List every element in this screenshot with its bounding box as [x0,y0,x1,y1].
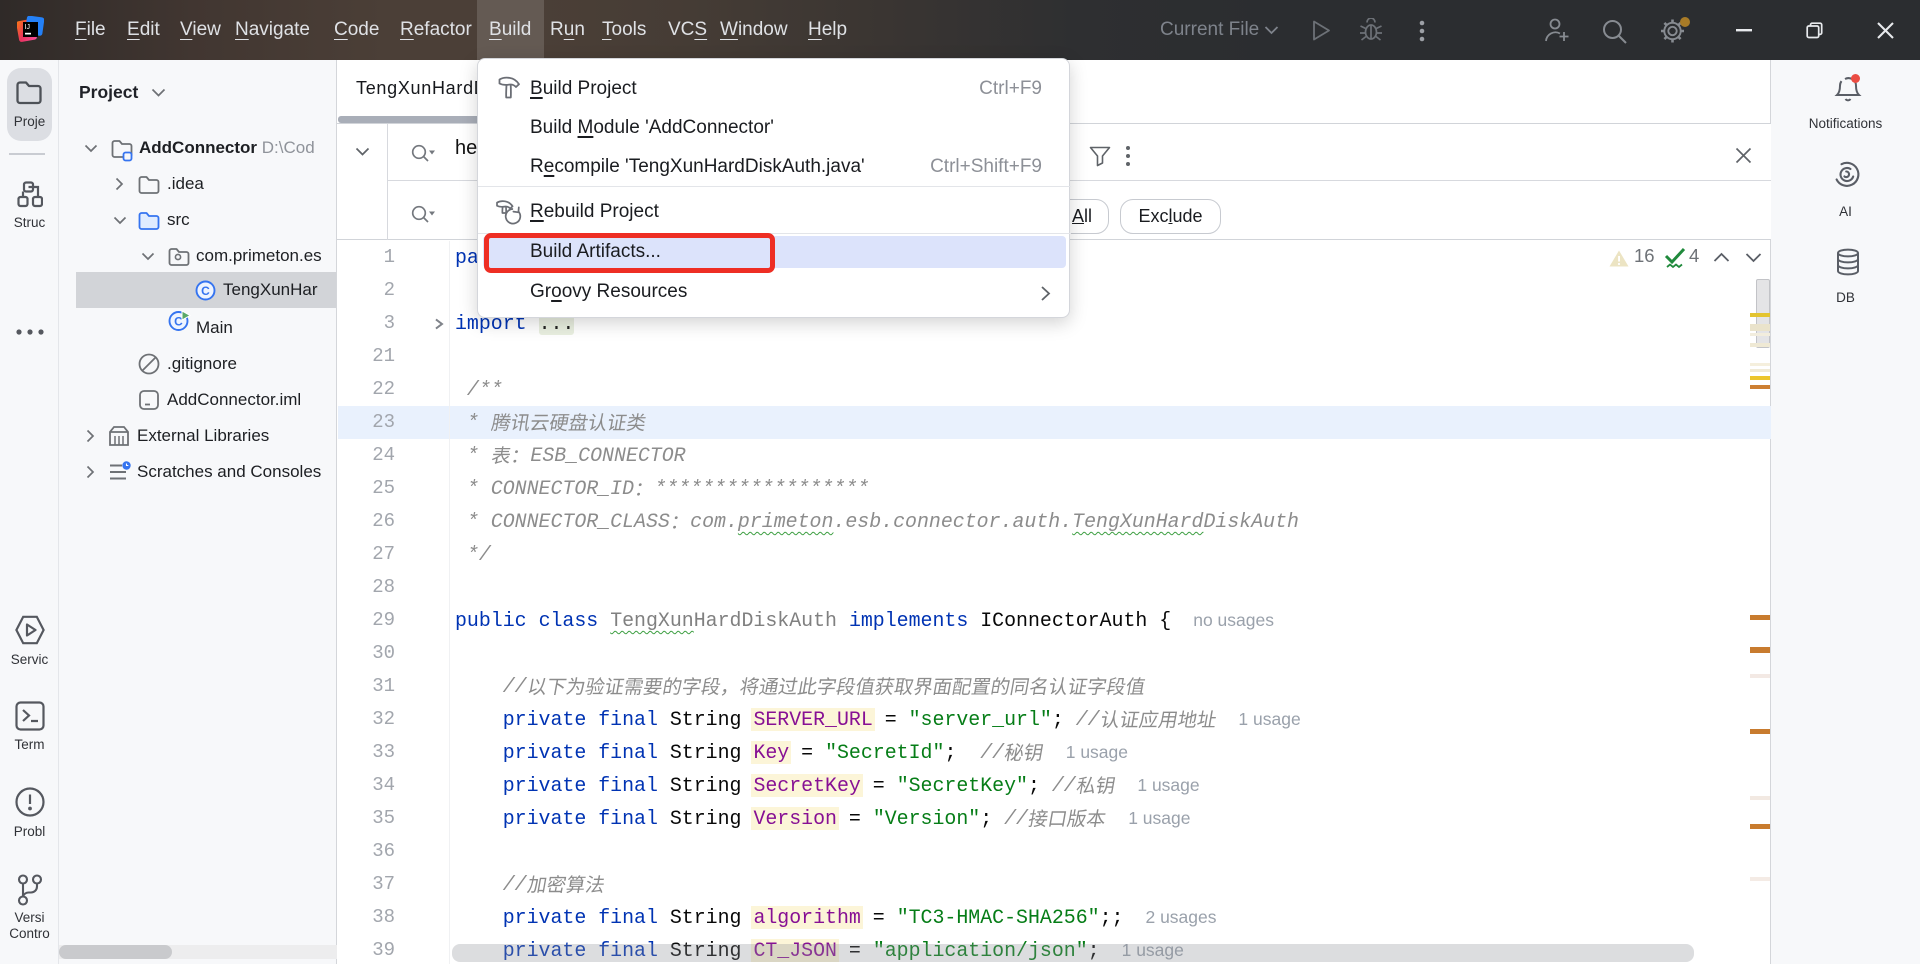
svg-text:IJ: IJ [25,24,30,31]
svg-text:C: C [201,284,210,298]
